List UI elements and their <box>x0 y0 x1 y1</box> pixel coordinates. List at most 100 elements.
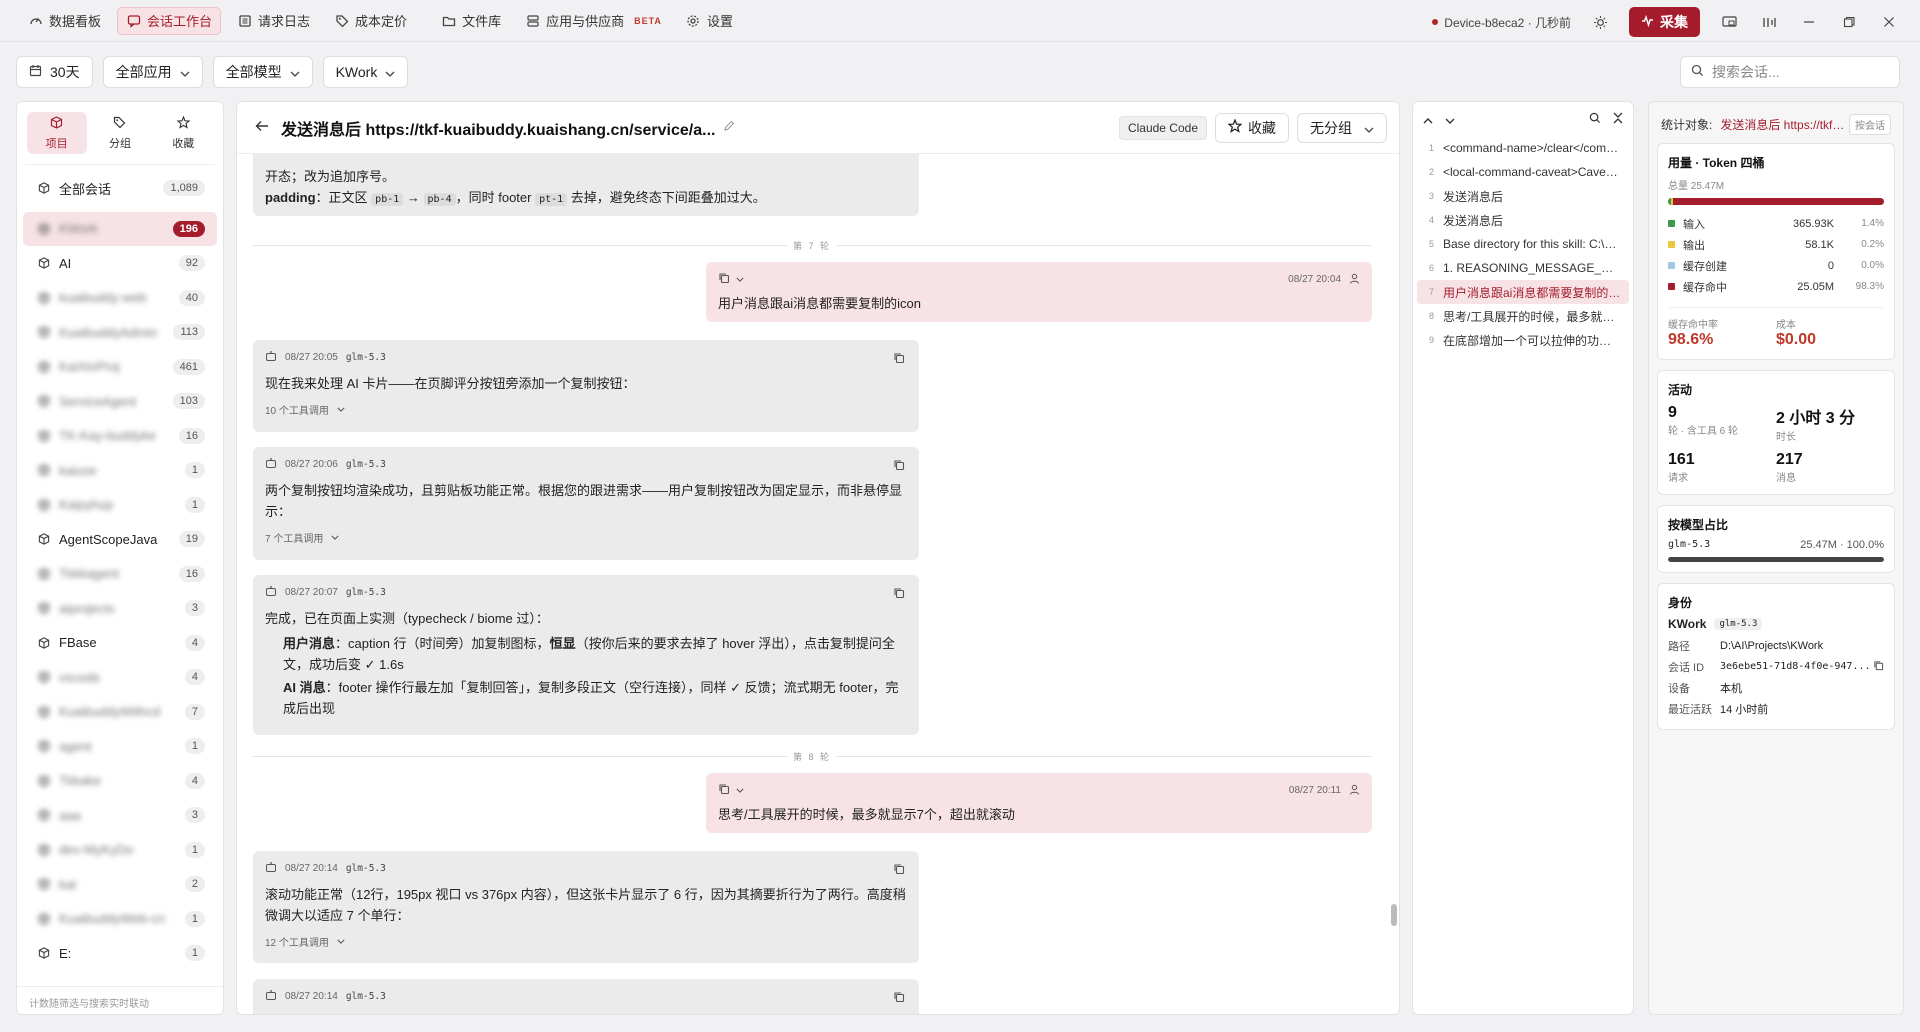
range-filter[interactable]: 30天 <box>16 56 93 88</box>
collect-button[interactable]: 采集 <box>1629 7 1700 37</box>
sidebar-item-all[interactable]: 全部会话 1,089 <box>23 171 217 206</box>
text-part: ：caption 行（时间旁）加复制图标， <box>335 636 550 651</box>
copy-icon[interactable] <box>893 459 905 474</box>
chat-scroll-area[interactable]: 开态；改为追加序号。 padding：正文区 pb-1 → pb-4 ，同时 fo… <box>237 154 1399 1014</box>
outline-text: 发送消息后 <box>1443 189 1504 204</box>
sidebar-item-project[interactable]: FBase 4 <box>23 626 217 661</box>
sidebar-item-project[interactable]: Kaipyhup 1 <box>23 488 217 523</box>
sidebar-item-project[interactable]: KaiXinProj 461 <box>23 350 217 385</box>
tool-count: 12 个工具调用 <box>265 938 329 949</box>
nav-session-workbench[interactable]: 会话工作台 <box>117 6 222 35</box>
sidebar-item-project[interactable]: kat 2 <box>23 867 217 902</box>
copy-icon[interactable] <box>893 991 905 1006</box>
sidebar-item-project[interactable]: aiprojects 3 <box>23 591 217 626</box>
sidebar-item-project[interactable]: KuaibuddyAdmin 113 <box>23 315 217 350</box>
sidebar-item-project[interactable]: KWork 196 <box>23 211 217 246</box>
nav-file-library[interactable]: 文件库 <box>433 7 509 35</box>
per-session-toggle[interactable]: 按会话 <box>1849 114 1891 135</box>
sidebar-item-project[interactable]: KuaibuddyWeb-cn 1 <box>23 902 217 937</box>
copy-icon[interactable] <box>893 863 905 878</box>
tab-groups[interactable]: 分组 <box>90 112 150 154</box>
tool-calls-toggle[interactable]: 10 个工具调用 <box>265 402 907 417</box>
nav-cost-pricing[interactable]: 成本定价 <box>326 7 415 35</box>
sidebar-item-project[interactable]: kaiuse 1 <box>23 453 217 488</box>
cube-icon <box>37 394 51 408</box>
group-label: 无分组 <box>1310 119 1352 136</box>
maximize-icon[interactable] <box>1838 11 1860 33</box>
dock-icon[interactable] <box>1758 11 1780 33</box>
code-inline: pb-4 <box>423 193 456 206</box>
edit-pencil-icon[interactable] <box>723 120 735 135</box>
sidebar-item-project[interactable]: Tkkkagent 16 <box>23 557 217 592</box>
text-part: → <box>406 190 420 205</box>
project-filter[interactable]: KWork <box>322 56 409 88</box>
item-label: KuaibuddyWeb-cn <box>59 911 165 927</box>
outline-item[interactable]: 3 发送消息后 <box>1417 184 1629 208</box>
app-filter[interactable]: 全部应用 <box>102 56 203 88</box>
sidebar-item-project[interactable]: AgentScopeJava 19 <box>23 522 217 557</box>
sidebar-item-project[interactable]: vscode 4 <box>23 660 217 695</box>
tab-projects[interactable]: 项目 <box>26 112 87 154</box>
copy-icon[interactable] <box>718 783 730 798</box>
nav-request-log[interactable]: 请求日志 <box>229 7 318 35</box>
outline-item[interactable]: 2 <local-command-caveat>Caveat: The messa… <box>1417 160 1629 184</box>
nav-label: 设置 <box>706 14 733 29</box>
close-icon[interactable] <box>1878 11 1900 33</box>
tab-favorites[interactable]: 收藏 <box>153 112 213 154</box>
beta-badge: BETA <box>634 15 662 26</box>
sidebar-item-project[interactable]: ServiceAgent 103 <box>23 384 217 419</box>
outline-item[interactable]: 5 Base directory for this skill: C:\Users <box>1417 232 1629 256</box>
nav-apps-providers[interactable]: 应用与供应商 BETA <box>517 7 670 35</box>
sidebar-item-project[interactable]: KuaibuddyWithcd 7 <box>23 695 217 730</box>
copy-icon[interactable] <box>893 352 905 367</box>
collapse-icon[interactable] <box>1613 112 1623 127</box>
favorite-button[interactable]: 收藏 <box>1215 112 1289 143</box>
search-icon[interactable] <box>1589 112 1601 127</box>
tool-calls-toggle[interactable]: 12 个工具调用 <box>265 934 907 949</box>
outline-text: <local-command-caveat>Caveat: The messag… <box>1443 165 1621 179</box>
outline-item[interactable]: 4 发送消息后 <box>1417 208 1629 232</box>
outline-item[interactable]: 7 用户消息跟ai消息都需要复制的icon <box>1417 280 1629 304</box>
search-placeholder: 搜索会话... <box>1712 64 1780 80</box>
outline-item[interactable]: 8 思考/工具展开的时候，最多就显示7个 <box>1417 304 1629 328</box>
model-filter[interactable]: 全部模型 <box>212 56 313 88</box>
chevron-down-icon[interactable] <box>736 274 744 285</box>
message-meta: 08/27 20:04 <box>718 272 1360 287</box>
sidebar-item-project[interactable]: aaa 3 <box>23 798 217 833</box>
path-label: 路径 <box>1668 640 1690 653</box>
nav-settings[interactable]: 设置 <box>678 7 741 35</box>
sidebar-item-project[interactable]: TK-Kay-buddyke 16 <box>23 419 217 454</box>
sidebar-item-project[interactable]: Tkkake 4 <box>23 764 217 799</box>
sidebar-item-project[interactable]: E: 1 <box>23 936 217 971</box>
sidebar-item-project[interactable]: AI 92 <box>23 246 217 281</box>
chevron-down-icon[interactable] <box>1445 112 1455 127</box>
requests-value: 161 <box>1668 451 1695 468</box>
outline-item[interactable]: 9 在底部增加一个可以拉伸的功能区域 <box>1417 328 1629 352</box>
copy-icon[interactable] <box>718 272 730 287</box>
sidebar-item-project[interactable]: agent 1 <box>23 729 217 764</box>
outline-item[interactable]: 6 1. REASONING_MESSAGE_START <box>1417 256 1629 280</box>
item-label: FBase <box>59 635 97 651</box>
session-search-input[interactable]: 搜索会话... <box>1680 56 1900 88</box>
nav-dashboard[interactable]: 数据看板 <box>20 7 109 35</box>
tool-calls-toggle[interactable]: 7 个工具调用 <box>265 530 907 545</box>
copy-icon[interactable] <box>1873 660 1884 674</box>
chevron-up-icon[interactable] <box>1423 112 1433 127</box>
outline-item[interactable]: 1 <command-name>/clear</command-name> <box>1417 136 1629 160</box>
cast-icon[interactable] <box>1718 11 1740 33</box>
requests-label: 请求 <box>1668 473 1688 484</box>
group-select[interactable]: 无分组 <box>1297 112 1387 143</box>
back-arrow-icon[interactable] <box>255 120 269 135</box>
copy-icon[interactable] <box>893 587 905 602</box>
message-time: 08/27 20:11 <box>1288 785 1341 796</box>
sidebar-item-project[interactable]: kuaibuddy-web 40 <box>23 281 217 316</box>
code-inline: pb-1 <box>371 193 404 206</box>
sun-icon[interactable] <box>1589 11 1611 33</box>
pulse-icon <box>1641 14 1654 30</box>
chevron-down-icon[interactable] <box>736 785 744 796</box>
sidebar-item-project[interactable]: dev-MyKyDo 1 <box>23 833 217 868</box>
minimize-icon[interactable] <box>1798 11 1820 33</box>
project-sidebar: 项目 分组 收藏 全部会话 1,089 KWork 196 AI 92 kuaibudd… <box>16 101 224 1015</box>
scrollbar-thumb[interactable] <box>1391 904 1397 926</box>
messages-block: 217 消息 <box>1776 451 1884 484</box>
